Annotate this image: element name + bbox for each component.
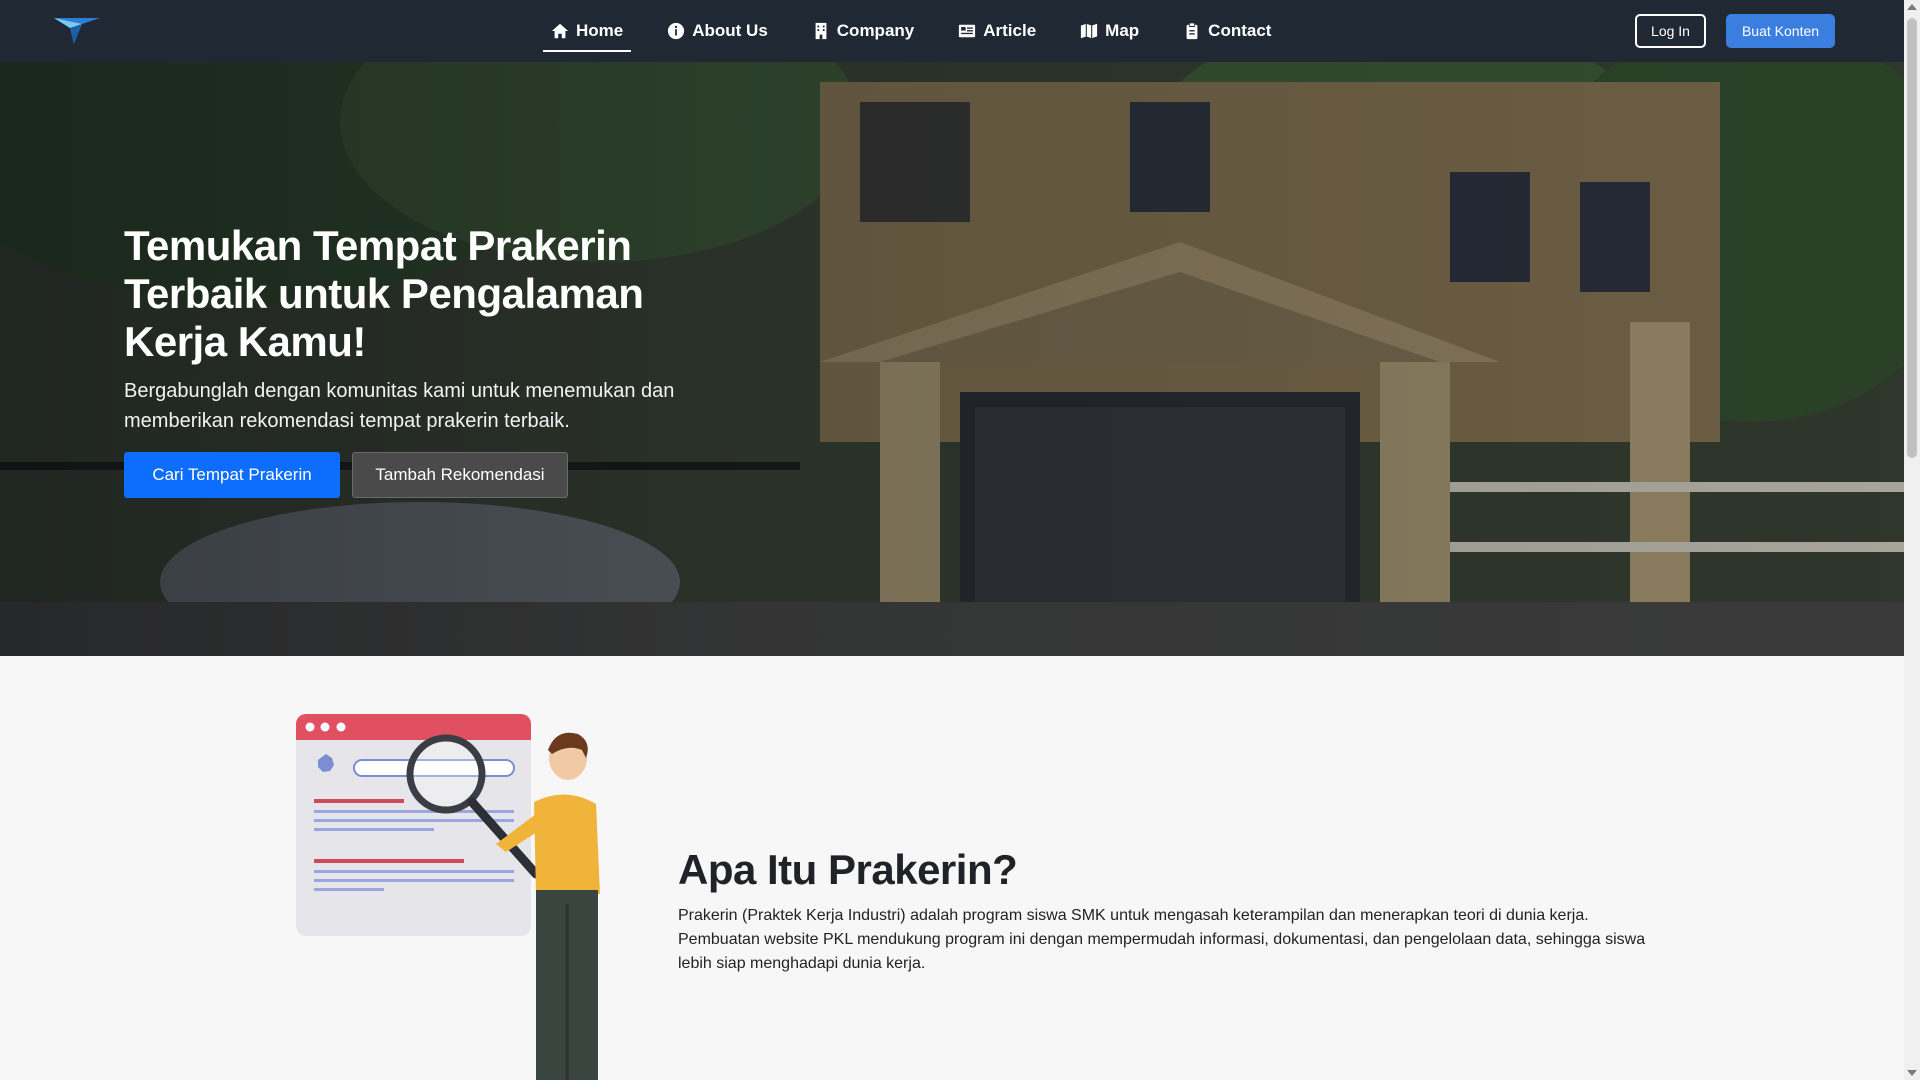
nav-contact[interactable]: Contact — [1183, 0, 1271, 62]
about-title: Apa Itu Prakerin? — [678, 846, 1018, 893]
building-icon — [815, 22, 827, 40]
scroll-thumb[interactable] — [1907, 18, 1917, 458]
navbar: Home About Us Company Article Map Contac… — [0, 0, 1904, 62]
search-illustration — [296, 714, 600, 1080]
nav-article-label: Article — [983, 21, 1037, 40]
nav-article[interactable]: Article — [958, 0, 1036, 62]
newspaper-icon — [959, 24, 976, 38]
find-place-button[interactable]: Cari Tempat Prakerin — [124, 452, 340, 498]
nav-home-label: Home — [576, 21, 624, 40]
map-icon — [1081, 23, 1098, 39]
clipboard-icon — [1186, 22, 1198, 40]
nav-contact-label: Contact — [1208, 21, 1272, 40]
hero-subtitle: Bergabunglah dengan komunitas kami untuk… — [124, 380, 675, 432]
about-description: Prakerin (Praktek Kerja Industri) adalah… — [678, 907, 1646, 972]
nav-home[interactable]: Home — [542, 0, 632, 62]
nav-company[interactable]: Company — [812, 0, 914, 62]
hero-title: Temukan Tempat Prakerin Terbaik untuk Pe… — [124, 222, 644, 365]
about-section: Apa Itu Prakerin? Prakerin (Praktek Kerj… — [0, 656, 1904, 1080]
about-text: Apa Itu Prakerin? Prakerin (Praktek Kerj… — [678, 846, 1658, 976]
scroll-up-icon[interactable] — [1907, 4, 1917, 10]
page-scrollbar[interactable] — [1904, 0, 1920, 1080]
hero-section: Temukan Tempat Prakerin Terbaik untuk Pe… — [0, 62, 1904, 656]
nav-map-label: Map — [1105, 21, 1140, 40]
login-button[interactable]: Log In — [1635, 14, 1706, 48]
info-icon — [668, 22, 685, 40]
home-icon — [551, 23, 569, 39]
nav-links: Home About Us Company Article Map Contac… — [542, 0, 1315, 62]
nav-about-label: About Us — [692, 21, 768, 40]
nav-map[interactable]: Map — [1080, 0, 1139, 62]
logo[interactable] — [52, 14, 102, 48]
hero-content: Temukan Tempat Prakerin Terbaik untuk Pe… — [124, 222, 744, 498]
hero-buttons: Cari Tempat Prakerin Tambah Rekomendasi — [124, 452, 744, 498]
scroll-down-icon[interactable] — [1907, 1070, 1917, 1076]
nav-company-label: Company — [836, 21, 915, 40]
add-recommendation-button[interactable]: Tambah Rekomendasi — [352, 452, 568, 498]
nav-about[interactable]: About Us — [667, 0, 768, 62]
create-content-button[interactable]: Buat Konten — [1726, 14, 1835, 48]
